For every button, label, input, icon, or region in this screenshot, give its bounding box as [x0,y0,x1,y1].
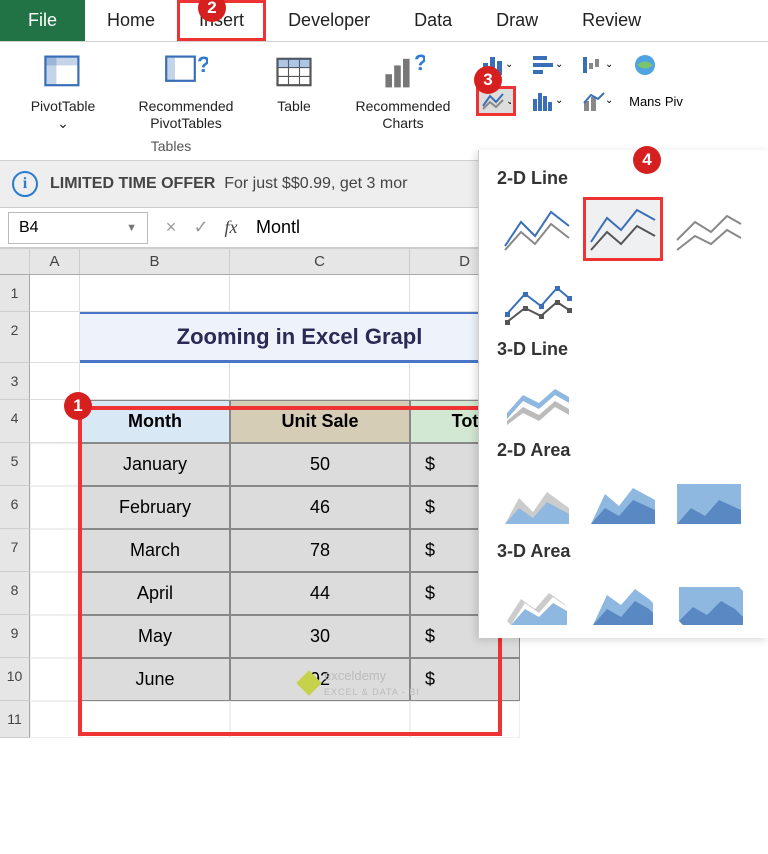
table-cell: February [80,486,230,529]
group-tables-label: Tables [151,138,191,154]
row-2[interactable]: 2 [0,312,30,363]
tab-home[interactable]: Home [85,0,177,41]
recommended-charts-label: Recommended Charts [348,98,458,132]
row-11[interactable]: 11 [0,701,30,738]
chart-100-stacked-line[interactable] [669,197,749,261]
table-cell: January [80,443,230,486]
table-cell: 50 [230,443,410,486]
waterfall-chart-icon[interactable]: ⌄ [576,50,616,80]
pivottable-button[interactable]: PivotTable⌄ [18,50,108,132]
line-chart-dropdown: 2-D Line 4 3-D Line 2-D Area 3-D Area [478,150,768,638]
col-A[interactable]: A [30,249,80,274]
col-C[interactable]: C [230,249,410,274]
maps-label: Mans Piv [626,86,686,116]
svg-text:⌄: ⌄ [605,59,611,70]
recommended-pivot-button[interactable]: ? Recommended PivotTables [126,50,246,132]
table-cell: April [80,572,230,615]
histogram-icon[interactable]: ⌄ [526,86,566,116]
select-all-triangle[interactable] [0,249,30,274]
th-unitsale: Unit Sale [230,400,410,443]
step-badge-3: 3 [474,66,502,94]
row-3[interactable]: 3 [0,363,30,400]
chart-3d-line[interactable] [497,368,577,432]
chevron-down-icon[interactable]: ▼ [126,222,137,234]
table-cell: $ [410,658,520,701]
chart-100-stacked-area[interactable] [669,469,749,533]
chart-area[interactable] [497,469,577,533]
chart-stacked-line[interactable] [583,197,663,261]
chart-3d-area[interactable] [497,570,577,634]
row-5[interactable]: 5 [0,443,30,486]
table-button[interactable]: Table [264,50,324,115]
svg-text:⌄: ⌄ [555,59,561,70]
col-B[interactable]: B [80,249,230,274]
table-icon [272,50,316,94]
svg-text:?: ? [414,50,425,75]
info-icon: i [12,171,38,197]
table-label: Table [277,98,310,115]
recommended-pivot-label: Recommended PivotTables [126,98,246,132]
table-cell: 44 [230,572,410,615]
table-cell: June [80,658,230,701]
bar-chart-icon[interactable]: ⌄ [526,50,566,80]
table-cell: 46 [230,486,410,529]
sheet-title: Zooming in Excel Grapl [80,312,520,363]
fx-icon[interactable]: fx [216,217,246,238]
th-month: Month [80,400,230,443]
step-badge-4: 4 [633,146,661,174]
tab-review[interactable]: Review [560,0,663,41]
charts-cluster: ⌄ ⌄ ⌄ ⌄ ⌄ ⌄ Mans Piv [476,50,670,156]
dd-3d-line: 3-D Line [497,339,760,360]
recommended-charts-button[interactable]: ? Recommended Charts [348,50,458,132]
row-1[interactable]: 1 [0,275,30,312]
chart-3d-stacked-area[interactable] [583,570,663,634]
row-8[interactable]: 8 [0,572,30,615]
dd-3d-area: 3-D Area [497,541,760,562]
row-6[interactable]: 6 [0,486,30,529]
cancel-formula-icon[interactable]: × [156,217,186,238]
info-bold: LIMITED TIME OFFER [50,175,215,192]
chart-3d-100-stacked-area[interactable] [669,570,749,634]
formula-content[interactable]: Montl [246,217,310,238]
watermark-logo-icon [296,670,321,695]
row-10[interactable]: 10 [0,658,30,701]
svg-text:⌄: ⌄ [555,95,561,106]
tab-data[interactable]: Data [392,0,474,41]
chart-line-markers[interactable] [497,267,577,331]
dd-2d-line: 2-D Line [497,168,760,189]
dd-2d-area: 2-D Area [497,440,760,461]
group-charts: ? Recommended Charts ⌄ ⌄ ⌄ ⌄ ⌄ ⌄ Mans Pi… [348,50,670,156]
name-box[interactable]: B4 ▼ [8,212,148,244]
watermark: exceldemyEXCEL & DATA - BI [300,668,420,698]
table-cell: March [80,529,230,572]
tab-file[interactable]: File [0,0,85,41]
recommended-pivot-icon: ? [164,50,208,94]
chart-line[interactable] [497,197,577,261]
row-9[interactable]: 9 [0,615,30,658]
step-badge-1: 1 [64,392,92,420]
svg-text:⌄: ⌄ [505,59,511,70]
accept-formula-icon[interactable]: ✓ [186,217,216,238]
combo-chart-icon[interactable]: ⌄ [576,86,616,116]
ribbon: PivotTable⌄ ? Recommended PivotTables Ta… [0,42,768,161]
recommended-charts-icon: ? [381,50,425,94]
pivottable-icon [41,50,85,94]
globe-maps-icon[interactable] [626,50,666,80]
pivottable-label: PivotTable⌄ [31,98,96,132]
table-cell: May [80,615,230,658]
tab-developer[interactable]: Developer [266,0,392,41]
info-rest: For just $$0.99, get 3 mor [224,175,407,192]
group-tables: PivotTable⌄ ? Recommended PivotTables Ta… [18,50,324,156]
chart-stacked-area[interactable] [583,469,663,533]
table-cell: 78 [230,529,410,572]
svg-text:?: ? [197,52,208,77]
row-4[interactable]: 4 [0,400,30,443]
svg-text:⌄: ⌄ [506,96,511,107]
table-cell: 30 [230,615,410,658]
tab-draw[interactable]: Draw [474,0,560,41]
name-box-value: B4 [19,219,39,237]
ribbon-tabs: File Home Insert Developer Data Draw Rev… [0,0,768,42]
svg-text:⌄: ⌄ [605,95,611,106]
row-7[interactable]: 7 [0,529,30,572]
